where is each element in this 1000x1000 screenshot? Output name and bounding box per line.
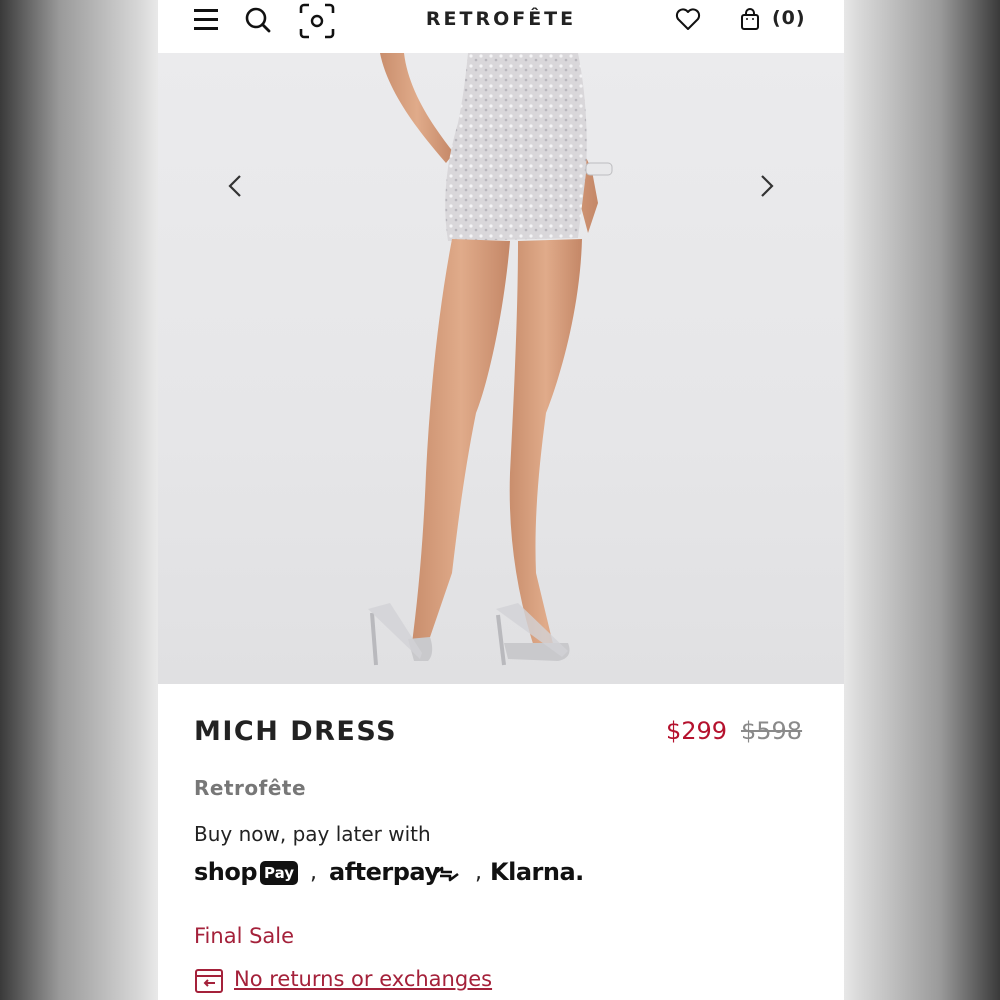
sale-price: $299: [666, 717, 728, 745]
next-image-button[interactable]: [752, 171, 780, 201]
return-box-icon: [195, 969, 223, 993]
product-image-gallery[interactable]: [158, 53, 844, 684]
original-price: $598: [741, 717, 803, 745]
payment-separator: ,: [310, 860, 317, 885]
shop-pay-logo-text[interactable]: shop: [194, 858, 258, 886]
chevron-right-icon: [761, 175, 774, 197]
previous-image-button[interactable]: [222, 171, 250, 201]
shopping-bag-icon: [741, 8, 759, 30]
product-page: RETROFÊTE (0) MICH DRESS $299 $598 Retro…: [158, 0, 844, 1000]
site-header: RETROFÊTE (0): [158, 0, 844, 53]
cart-count[interactable]: (0): [772, 7, 806, 29]
chevron-left-icon: [228, 175, 241, 197]
returns-link-text[interactable]: No returns or exchanges: [234, 967, 492, 991]
product-brand[interactable]: Retrofête: [194, 776, 306, 800]
wishlist-button[interactable]: [672, 2, 708, 38]
payment-separator: ,: [475, 860, 482, 885]
cart-button[interactable]: [736, 2, 772, 38]
final-sale-label: Final Sale: [194, 924, 295, 948]
afterpay-logo[interactable]: afterpay: [329, 858, 440, 886]
heart-icon: [675, 8, 701, 30]
pay-later-text: Buy now, pay later with: [194, 822, 431, 846]
product-photo: [368, 53, 613, 666]
afterpay-icon: [433, 866, 459, 882]
returns-policy-link[interactable]: No returns or exchanges: [194, 966, 614, 998]
product-title: MICH DRESS: [194, 716, 398, 747]
klarna-logo[interactable]: Klarna.: [490, 858, 584, 886]
payment-options: shop Pay , afterpay , Klarna.: [194, 856, 614, 892]
shop-pay-badge[interactable]: Pay: [260, 861, 298, 885]
